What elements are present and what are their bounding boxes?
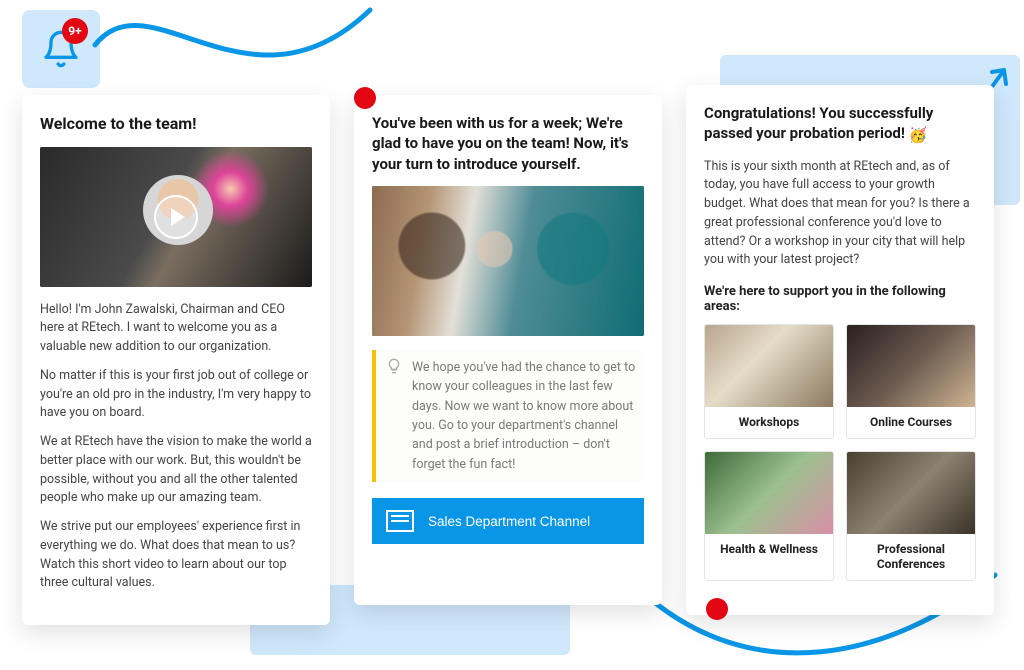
week-card: You've been with us for a week; We're gl…	[354, 95, 662, 605]
paragraph: We strive put our employees' experience …	[40, 518, 312, 593]
tile-label: Workshops	[705, 407, 833, 438]
notification-bell-tile[interactable]: 9+	[22, 10, 100, 88]
tile-image	[847, 325, 975, 407]
paragraph: Hello! I'm John Zawalski, Chairman and C…	[40, 301, 312, 357]
welcome-card: Welcome to the team! Hello! I'm John Zaw…	[22, 95, 330, 625]
tip-box: We hope you've had the chance to get to …	[372, 350, 644, 482]
paragraph: We at REtech have the vision to make the…	[40, 433, 312, 508]
sales-channel-button[interactable]: Sales Department Channel	[372, 498, 644, 544]
play-icon[interactable]	[154, 195, 198, 239]
tile-health-wellness[interactable]: Health & Wellness	[704, 451, 834, 581]
tile-online-courses[interactable]: Online Courses	[846, 324, 976, 439]
card-intro: This is your sixth month at REtech and, …	[704, 158, 976, 271]
welcome-video-thumbnail[interactable]	[40, 147, 312, 287]
party-emoji: 🥳	[909, 126, 928, 144]
notification-badge: 9+	[62, 18, 88, 44]
tile-label: Professional Conferences	[847, 534, 975, 580]
card-title: Welcome to the team!	[40, 113, 312, 135]
tile-label: Health & Wellness	[705, 534, 833, 565]
decorative-dot	[354, 87, 376, 109]
team-photo	[372, 186, 644, 336]
tile-image	[705, 325, 833, 407]
cards-row: Welcome to the team! Hello! I'm John Zaw…	[22, 95, 994, 625]
tile-professional-conferences[interactable]: Professional Conferences	[846, 451, 976, 581]
channel-icon	[386, 510, 414, 532]
tile-image	[705, 452, 833, 534]
card-title: Congratulations! You successfully passed…	[704, 103, 976, 146]
tip-text: We hope you've had the chance to get to …	[412, 358, 636, 474]
support-tiles: Workshops Online Courses Health & Wellne…	[704, 324, 976, 581]
button-label: Sales Department Channel	[428, 514, 590, 529]
photo-people	[372, 186, 644, 336]
card-subhead: We're here to support you in the followi…	[704, 284, 976, 314]
tile-workshops[interactable]: Workshops	[704, 324, 834, 439]
tile-label: Online Courses	[847, 407, 975, 438]
tile-image	[847, 452, 975, 534]
paragraph: No matter if this is your first job out …	[40, 367, 312, 423]
welcome-body: Hello! I'm John Zawalski, Chairman and C…	[40, 301, 312, 604]
card-title: You've been with us for a week; We're gl…	[372, 113, 644, 174]
decorative-dot	[706, 598, 728, 620]
lightbulb-icon	[386, 358, 402, 474]
title-text: Congratulations! You successfully passed…	[704, 104, 933, 142]
probation-card: Congratulations! You successfully passed…	[686, 85, 994, 615]
